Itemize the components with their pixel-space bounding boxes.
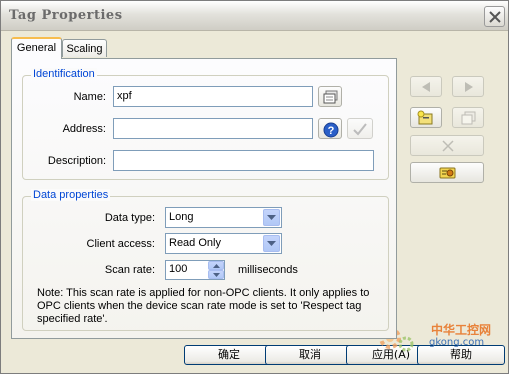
ok-button[interactable]: 确定 — [184, 345, 274, 365]
watermark-url-text: gkong.com — [429, 337, 485, 348]
close-button[interactable] — [484, 6, 505, 27]
check-address-button[interactable] — [347, 118, 373, 139]
new-tag-button[interactable] — [410, 107, 442, 128]
scan-rate-spin-buttons — [208, 261, 224, 279]
arrow-right-icon — [465, 82, 473, 92]
close-icon — [489, 11, 501, 23]
identification-group-title: Identification — [31, 68, 97, 80]
tag-properties-icon — [439, 167, 456, 179]
delete-x-icon — [442, 140, 454, 152]
data-type-dropdown-arrow[interactable] — [263, 209, 280, 226]
tag-browse-icon — [323, 90, 338, 104]
checkmark-icon — [353, 123, 367, 136]
arrow-left-icon — [422, 82, 430, 92]
data-type-select[interactable]: Long — [165, 207, 282, 228]
help-icon: ? — [323, 122, 339, 138]
scan-rate-increment-button[interactable] — [208, 261, 224, 270]
chevron-down-icon — [267, 215, 276, 220]
address-label: Address: — [62, 123, 106, 135]
client-access-select[interactable]: Read Only — [165, 233, 282, 254]
arrow-up-icon — [213, 264, 220, 268]
address-help-button[interactable]: ? — [318, 118, 342, 139]
arrow-down-icon — [213, 273, 220, 277]
address-field[interactable] — [113, 118, 313, 139]
title-bar[interactable]: Tag Properties — [1, 1, 508, 31]
scan-rate-value[interactable]: 100 — [169, 263, 187, 275]
client-access-label: Client access: — [86, 238, 155, 250]
tag-properties-button[interactable] — [410, 162, 484, 183]
scan-rate-unit: milliseconds — [238, 264, 298, 276]
delete-tag-button[interactable] — [410, 135, 484, 156]
data-properties-group-title: Data properties — [31, 189, 111, 201]
window-title: Tag Properties — [9, 8, 123, 23]
browse-name-button[interactable] — [318, 86, 342, 107]
chevron-down-icon — [267, 241, 276, 246]
tab-scaling[interactable]: Scaling — [62, 39, 107, 57]
name-field[interactable]: xpf — [113, 86, 313, 107]
duplicate-tag-button[interactable] — [452, 107, 484, 128]
duplicate-icon — [461, 111, 476, 125]
scan-rate-label: Scan rate: — [104, 264, 155, 276]
client-access-value: Read Only — [169, 237, 221, 249]
next-tag-button[interactable] — [452, 76, 484, 97]
previous-tag-button[interactable] — [410, 76, 442, 97]
data-type-value: Long — [169, 211, 194, 223]
scan-rate-note: Note: This scan rate is applied for non-… — [37, 287, 370, 325]
cancel-button[interactable]: 取消 — [265, 345, 355, 365]
name-label: Name: — [73, 91, 106, 103]
description-field[interactable] — [113, 150, 374, 171]
client-access-dropdown-arrow[interactable] — [263, 235, 280, 252]
dialog-window: Tag Properties General Scaling Identific… — [0, 0, 509, 374]
data-type-label: Data type: — [104, 212, 155, 224]
scan-rate-stepper[interactable]: 100 — [165, 260, 225, 280]
tab-panel-general: Identification Name: xpf Address: ? Desc… — [11, 58, 397, 339]
description-label: Description: — [47, 155, 106, 167]
watermark-cn-text: 中华工控网 — [431, 323, 492, 337]
svg-text:?: ? — [328, 125, 335, 137]
new-tag-icon — [417, 110, 433, 125]
tab-general[interactable]: General — [11, 37, 62, 59]
scan-rate-decrement-button[interactable] — [208, 270, 224, 279]
